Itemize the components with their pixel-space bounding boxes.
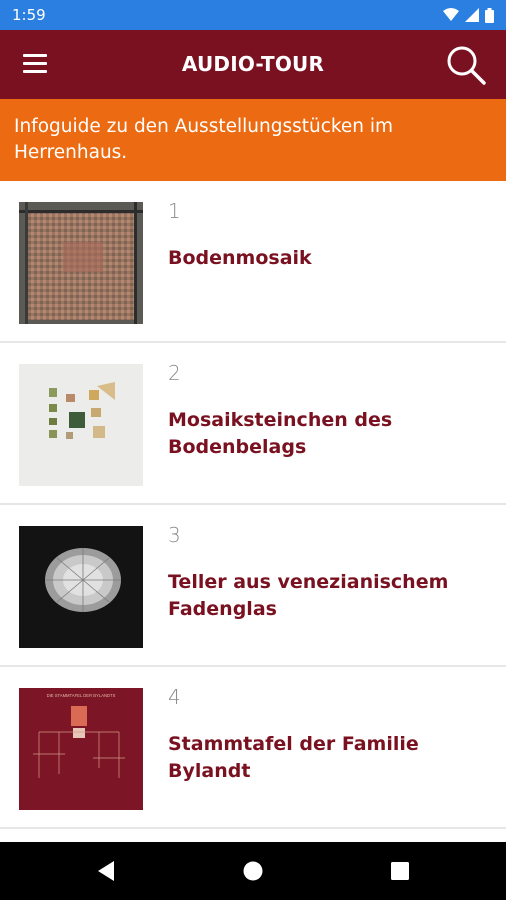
- list-item[interactable]: DIE STAMMTAFEL DER BYLANDTS 4 Stammtafel…: [0, 667, 506, 829]
- wifi-icon: [443, 8, 459, 21]
- bodenmosaik-thumbnail: [19, 202, 143, 324]
- item-number: 4: [168, 685, 181, 709]
- status-icons: [443, 7, 494, 23]
- home-icon: [243, 861, 263, 881]
- back-button[interactable]: [86, 854, 126, 888]
- status-bar: 1:59: [0, 0, 506, 30]
- stammtafel-caption: DIE STAMMTAFEL DER BYLANDTS: [47, 693, 116, 698]
- item-title: Mosaiksteinchen des Bodenbelags: [168, 409, 393, 458]
- item-number: 1: [168, 199, 181, 223]
- system-nav-bar: [0, 842, 506, 900]
- item-number: 2: [168, 361, 181, 385]
- status-time: 1:59: [12, 6, 46, 24]
- teller-thumbnail: [19, 526, 143, 648]
- list-item[interactable]: 1 Bodenmosaik: [0, 181, 506, 343]
- search-button[interactable]: [444, 44, 488, 86]
- cell-signal-icon: [465, 8, 479, 22]
- mosaiksteinchen-thumbnail: [19, 364, 143, 486]
- back-icon: [98, 861, 114, 881]
- recents-button[interactable]: [380, 854, 420, 888]
- info-banner: Infoguide zu den Ausstellungsstücken im …: [0, 99, 506, 181]
- list-item[interactable]: 3 Teller aus venezianischem Fadenglas: [0, 505, 506, 667]
- page-title: AUDIO-TOUR: [181, 52, 325, 76]
- recents-icon: [391, 862, 409, 880]
- item-title: Stammtafel der Familie Bylandt: [168, 733, 419, 782]
- exhibit-list: 1 Bodenmosaik 2 Mosaiksteinchen des Bode…: [0, 181, 506, 829]
- search-icon: [447, 46, 486, 85]
- app-bar: AUDIO-TOUR: [0, 30, 506, 99]
- battery-icon: [485, 7, 494, 23]
- item-title: Bodenmosaik: [168, 247, 312, 269]
- list-item[interactable]: 2 Mosaiksteinchen des Bodenbelags: [0, 343, 506, 505]
- item-number: 3: [168, 523, 181, 547]
- stammtafel-thumbnail: DIE STAMMTAFEL DER BYLANDTS: [19, 688, 143, 810]
- home-button[interactable]: [233, 854, 273, 888]
- item-title: Teller aus venezianischem Fadenglas: [168, 571, 449, 620]
